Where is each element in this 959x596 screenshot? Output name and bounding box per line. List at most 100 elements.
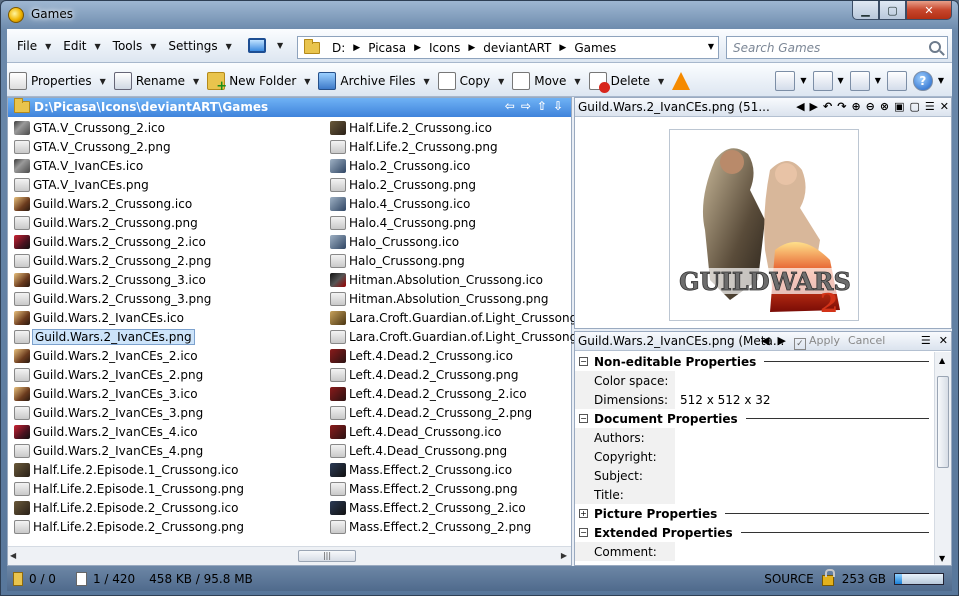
copy-button[interactable]: Copy ▼ — [437, 71, 504, 91]
close-button[interactable]: ✕ — [906, 1, 952, 20]
scroll-left-icon[interactable]: ◀ — [10, 551, 16, 560]
file-item[interactable]: Guild.Wars.2_IvanCEs_4.ico — [10, 422, 244, 441]
file-item[interactable]: Halo_Crussong.ico — [326, 232, 604, 251]
menu-tools[interactable]: Tools ▼ — [113, 39, 157, 53]
property-row[interactable]: Title: — [575, 485, 933, 504]
file-item[interactable]: Lara.Croft.Guardian.of.Light_Crussong.ic… — [326, 308, 604, 327]
file-item[interactable]: Left.4.Dead.2_Crussong_2.ico — [326, 384, 604, 403]
file-item[interactable]: Half.Life.2.Episode.2_Crussong.png — [10, 517, 244, 536]
file-item[interactable]: Guild.Wars.2_Crussong_2.png — [10, 251, 244, 270]
chevron-down-icon[interactable]: ▼ — [708, 42, 714, 51]
lock-icon[interactable] — [821, 569, 835, 586]
breadcrumb-drive[interactable]: D: — [332, 41, 345, 55]
property-row[interactable]: Color space: — [575, 371, 933, 390]
scroll-up-icon[interactable]: ▲ — [939, 356, 945, 365]
file-item[interactable]: Mass.Effect.2_Crussong_2.ico — [326, 498, 604, 517]
breadcrumb-item[interactable]: Icons — [429, 41, 460, 55]
prev-icon[interactable]: ◀ — [761, 334, 769, 350]
file-item[interactable]: Half.Life.2_Crussong.ico — [326, 118, 604, 137]
chevron-down-icon[interactable]: ▼ — [304, 77, 310, 86]
move-button[interactable]: Move ▼ — [512, 71, 581, 91]
property-row[interactable]: Dimensions: 512 x 512 x 32 — [575, 390, 933, 409]
property-row[interactable]: Copyright: — [575, 447, 933, 466]
breadcrumb-item[interactable]: Picasa — [368, 41, 406, 55]
apply-button[interactable]: ✓ Apply — [793, 334, 840, 350]
file-item[interactable]: Half.Life.2.Episode.2_Crussong.ico — [10, 498, 244, 517]
chevron-down-icon[interactable]: ▼ — [875, 76, 881, 91]
chevron-down-icon[interactable]: ▼ — [193, 77, 199, 86]
menu-file[interactable]: File ▼ — [17, 39, 51, 53]
file-item[interactable]: Guild.Wars.2_Crussong_3.png — [10, 289, 244, 308]
file-item[interactable]: Halo_Crussong.png — [326, 251, 604, 270]
properties-button[interactable]: Properties ▼ — [9, 71, 106, 91]
chevron-down-icon[interactable]: ▼ — [100, 77, 106, 86]
next-icon[interactable]: ▶ — [810, 100, 818, 113]
chevron-right-icon[interactable]: ▶ — [468, 43, 475, 53]
down-arrow-icon[interactable]: ⇩ — [553, 99, 563, 113]
rename-button[interactable]: Rename ▼ — [113, 71, 199, 91]
close-icon[interactable]: ✕ — [940, 100, 949, 113]
layout-icon[interactable] — [849, 71, 870, 91]
file-item[interactable]: Guild.Wars.2_IvanCEs.png — [10, 327, 244, 346]
zoom-in-icon[interactable]: ⊕ — [851, 100, 860, 113]
cancel-button[interactable]: Cancel — [848, 334, 885, 350]
chevron-right-icon[interactable]: ▶ — [414, 43, 421, 53]
chevron-down-icon[interactable]: ▼ — [498, 77, 504, 86]
edit-icon[interactable] — [812, 71, 833, 91]
breadcrumb-item[interactable]: deviantART — [483, 41, 551, 55]
help-icon[interactable]: ? — [912, 71, 933, 91]
file-item[interactable]: Guild.Wars.2_Crussong_2.ico — [10, 232, 244, 251]
property-section[interactable]: − Non-editable Properties — [575, 352, 933, 371]
back-arrow-icon[interactable]: ⇦ — [505, 99, 515, 113]
horizontal-scrollbar[interactable]: ◀ ||| ▶ — [8, 546, 571, 565]
actual-size-icon[interactable]: ▣ — [894, 100, 904, 113]
new-folder-button[interactable]: New Folder ▼ — [207, 71, 310, 94]
property-row[interactable]: Subject: — [575, 466, 933, 485]
chevron-down-icon[interactable]: ▼ — [838, 76, 844, 91]
chevron-down-icon[interactable]: ▼ — [574, 77, 580, 86]
chevron-down-icon[interactable]: ▼ — [277, 41, 283, 50]
collapse-icon[interactable]: − — [579, 414, 588, 423]
file-item[interactable]: GTA.V_IvanCEs.ico — [10, 156, 244, 175]
file-item[interactable]: Left.4.Dead_Crussong.png — [326, 441, 604, 460]
rotate-right-icon[interactable]: ↷ — [837, 100, 846, 113]
file-item[interactable]: Hitman.Absolution_Crussong.png — [326, 289, 604, 308]
scroll-right-icon[interactable]: ▶ — [561, 551, 567, 560]
file-item[interactable]: Half.Life.2_Crussong.png — [326, 137, 604, 156]
app-icon[interactable] — [8, 7, 24, 23]
file-item[interactable]: Guild.Wars.2_Crussong_3.ico — [10, 270, 244, 289]
file-item[interactable]: GTA.V_IvanCEs.png — [10, 175, 244, 194]
vlc-button[interactable] — [672, 71, 694, 91]
rotate-left-icon[interactable]: ↶ — [823, 100, 832, 113]
scroll-thumb[interactable] — [937, 376, 949, 468]
prev-icon[interactable]: ◀ — [796, 100, 804, 113]
file-item[interactable]: Halo.2_Crussong.png — [326, 175, 604, 194]
zoom-out-icon[interactable]: ⊖ — [866, 100, 875, 113]
file-item[interactable]: Mass.Effect.2_Crussong.ico — [326, 460, 604, 479]
file-item[interactable]: Guild.Wars.2_IvanCEs_2.ico — [10, 346, 244, 365]
fullscreen-icon[interactable]: ▢ — [910, 100, 920, 113]
forward-arrow-icon[interactable]: ⇨ — [521, 99, 531, 113]
file-item[interactable]: Guild.Wars.2_Crussong.png — [10, 213, 244, 232]
property-section[interactable]: + Picture Properties — [575, 504, 933, 523]
file-item[interactable]: Left.4.Dead.2_Crussong.png — [326, 365, 604, 384]
property-section[interactable]: − Extended Properties — [575, 523, 933, 542]
file-item[interactable]: Halo.4_Crussong.ico — [326, 194, 604, 213]
collapse-icon[interactable]: − — [579, 528, 588, 537]
up-arrow-icon[interactable]: ⇧ — [537, 99, 547, 113]
breadcrumb-item[interactable]: Games — [574, 41, 616, 55]
file-item[interactable]: Guild.Wars.2_IvanCEs_4.png — [10, 441, 244, 460]
title-bar[interactable]: Games ▁ ▢ ✕ — [1, 1, 958, 29]
menu-edit[interactable]: Edit ▼ — [63, 39, 100, 53]
chevron-right-icon[interactable]: ▶ — [559, 43, 566, 53]
monitor-icon[interactable] — [248, 38, 266, 53]
expand-icon[interactable]: + — [579, 509, 588, 518]
file-item[interactable]: Guild.Wars.2_IvanCEs_3.png — [10, 403, 244, 422]
scroll-down-icon[interactable]: ▼ — [939, 554, 945, 563]
file-item[interactable]: Half.Life.2.Episode.1_Crussong.png — [10, 479, 244, 498]
property-row[interactable]: Authors: — [575, 428, 933, 447]
file-item[interactable]: Lara.Croft.Guardian.of.Light_Crussong.pn… — [326, 327, 604, 346]
search-input[interactable]: Search Games — [726, 36, 948, 59]
address-bar[interactable]: D: ▶ Picasa ▶ Icons ▶ deviantART ▶ Games ▼ — [297, 36, 719, 59]
collapse-icon[interactable]: − — [579, 357, 588, 366]
